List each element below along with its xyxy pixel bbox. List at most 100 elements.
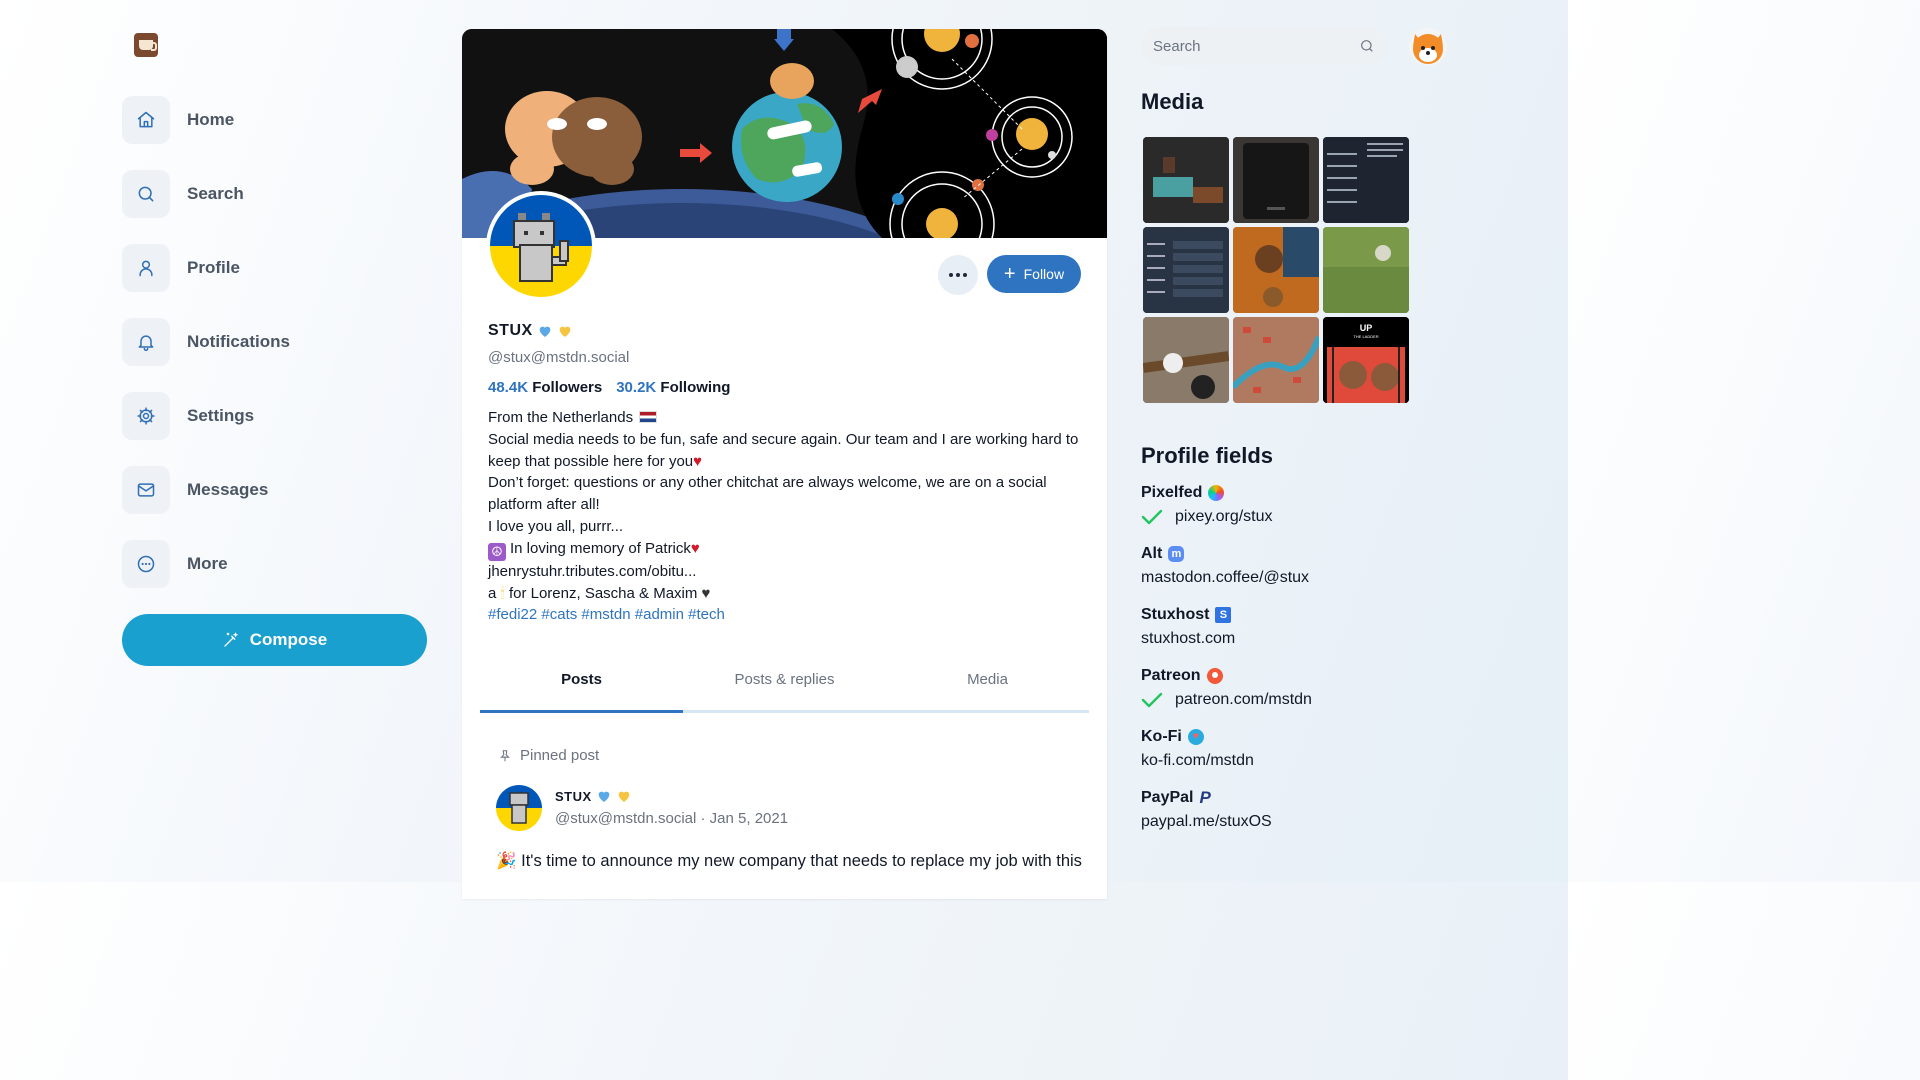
nav-item-search[interactable]: Search [122, 170, 427, 218]
verified-check-icon [1141, 692, 1165, 708]
server-image [1233, 137, 1319, 223]
media-thumbnail[interactable] [1233, 227, 1319, 313]
media-thumbnail[interactable] [1143, 227, 1229, 313]
field-alt: Alt m mastodon.coffee/@stux [1141, 543, 1461, 587]
post-author-avatar[interactable] [496, 785, 542, 831]
tab-posts[interactable]: Posts [480, 665, 683, 713]
post-author-name[interactable]: STUX [555, 788, 632, 804]
search-box[interactable] [1141, 27, 1387, 65]
dot-icon [963, 273, 967, 277]
pin-icon [500, 749, 510, 761]
blue-heart-icon [598, 791, 610, 802]
plus-icon: + [1003, 263, 1016, 285]
nav-item-home[interactable]: Home [122, 96, 427, 144]
field-value[interactable]: patreon.com/mstdn [1175, 691, 1312, 709]
search-icon [122, 170, 170, 218]
mastodon-icon: m [1168, 545, 1185, 562]
account-avatar[interactable] [1409, 28, 1447, 66]
profile-fields: Pixelfed pixey.org/stux Alt m mastodon.co… [1141, 482, 1461, 848]
field-value[interactable]: ko-fi.com/mstdn [1141, 752, 1254, 770]
compose-button[interactable]: Compose [122, 614, 427, 666]
patreon-icon [1206, 667, 1223, 684]
tile-subtitle: THE LADDER [1353, 334, 1379, 339]
field-name: Alt [1141, 544, 1163, 562]
compose-label: Compose [249, 630, 328, 649]
following-link[interactable]: 30.2K Following [616, 379, 730, 396]
field-value[interactable]: paypal.me/stuxOS [1141, 813, 1272, 831]
field-stuxhost: Stuxhost S stuxhost.com [1141, 604, 1461, 648]
profile-bio: From the Netherlands Social media needs … [488, 407, 1088, 626]
candle-icon: 🕯 [500, 584, 505, 602]
pinned-label: Pinned post [520, 747, 600, 764]
media-thumbnail[interactable]: UP THE LADDER [1323, 317, 1409, 403]
nav-item-profile[interactable]: Profile [122, 244, 427, 292]
nav-label-home: Home [187, 110, 235, 129]
field-name: Stuxhost [1141, 605, 1210, 623]
tab-posts-and-replies[interactable]: Posts & replies [683, 665, 886, 710]
field-value[interactable]: pixey.org/stux [1175, 508, 1273, 526]
yellow-heart-icon [618, 791, 630, 802]
nav-item-notifications[interactable]: Notifications [122, 318, 427, 366]
nav-label-profile: Profile [187, 258, 240, 277]
media-thumbnail[interactable] [1143, 317, 1229, 403]
post-date[interactable]: Jan 5, 2021 [710, 810, 788, 827]
bio-line-7a: a [488, 584, 497, 602]
media-thumbnail[interactable] [1233, 137, 1319, 223]
profile-avatar[interactable] [486, 191, 596, 301]
post-author-text: STUX [555, 788, 592, 804]
media-thumbnail[interactable] [1233, 317, 1319, 403]
kofi-icon: ♥ [1187, 728, 1204, 745]
magic-pen-icon [224, 632, 238, 647]
field-value[interactable]: mastodon.coffee/@stux [1141, 569, 1309, 587]
panda-photo [1143, 317, 1229, 403]
gear-icon [122, 392, 170, 440]
follow-button[interactable]: + Follow [987, 255, 1081, 293]
display-name-text: STUX [488, 322, 533, 339]
red-heart-icon: ♥ [693, 452, 703, 470]
nav-label-search: Search [187, 184, 244, 203]
bio-line-2: Social media needs to be fun, safe and s… [488, 430, 1079, 470]
profile-tabs: Posts Posts & replies Media [480, 665, 1089, 713]
post-author-handle[interactable]: @stux@mstdn.social [555, 810, 696, 827]
nav-item-settings[interactable]: Settings [122, 392, 427, 440]
bird-photo [1233, 227, 1319, 313]
field-name: PayPal [1141, 788, 1194, 806]
nav-label-notifications: Notifications [187, 332, 290, 351]
bio-link[interactable]: jhenrystuhr.tributes.com/obitu... [488, 561, 1088, 583]
main-nav: Home Search Profile Notifications Settin… [122, 96, 427, 614]
media-thumbnail[interactable] [1323, 227, 1409, 313]
following-count: 30.2K [616, 379, 657, 396]
field-value[interactable]: stuxhost.com [1141, 630, 1235, 648]
profile-handle: @stux@mstdn.social [488, 349, 630, 366]
paypal-icon: P [1199, 787, 1211, 807]
media-heading: Media [1141, 89, 1204, 114]
bio-line-5: In loving memory of Patrick [510, 539, 691, 557]
followers-link[interactable]: 48.4K Followers [488, 379, 602, 396]
profile-more-button[interactable] [938, 255, 978, 295]
pixel-cat-icon [513, 213, 569, 282]
stuxhost-icon: S [1215, 606, 1232, 623]
app-logo[interactable] [134, 33, 158, 57]
bio-hashtags[interactable]: #fedi22 #cats #mstdn #admin #tech [488, 604, 1088, 626]
nav-item-more[interactable]: More [122, 540, 427, 588]
party-popper-icon: 🎉 [496, 852, 517, 870]
nav-label-settings: Settings [187, 406, 255, 425]
media-thumbnail[interactable] [1323, 137, 1409, 223]
peace-icon: ☮ [488, 542, 506, 561]
screenshot-image [1323, 137, 1409, 223]
search-icon[interactable] [1359, 38, 1375, 54]
post-body: 🎉 It's time to announce my new company t… [496, 849, 1086, 873]
post-meta: @stux@mstdn.social · Jan 5, 2021 [555, 810, 788, 827]
field-kofi: Ko-Fi ♥ ko-fi.com/mstdn [1141, 726, 1461, 770]
field-name: Pixelfed [1141, 483, 1203, 501]
nav-item-messages[interactable]: Messages [122, 466, 427, 514]
profile-stats: 48.4K Followers 30.2K Following [488, 379, 730, 396]
tab-media[interactable]: Media [886, 665, 1089, 710]
black-heart-icon: ♥ [701, 584, 711, 602]
media-grid: UP THE LADDER [1143, 137, 1411, 403]
media-thumbnail[interactable] [1143, 137, 1229, 223]
screenshot-image [1143, 227, 1229, 313]
pinned-indicator: Pinned post [498, 747, 599, 764]
search-input[interactable] [1153, 37, 1359, 55]
dot-icon [949, 273, 953, 277]
